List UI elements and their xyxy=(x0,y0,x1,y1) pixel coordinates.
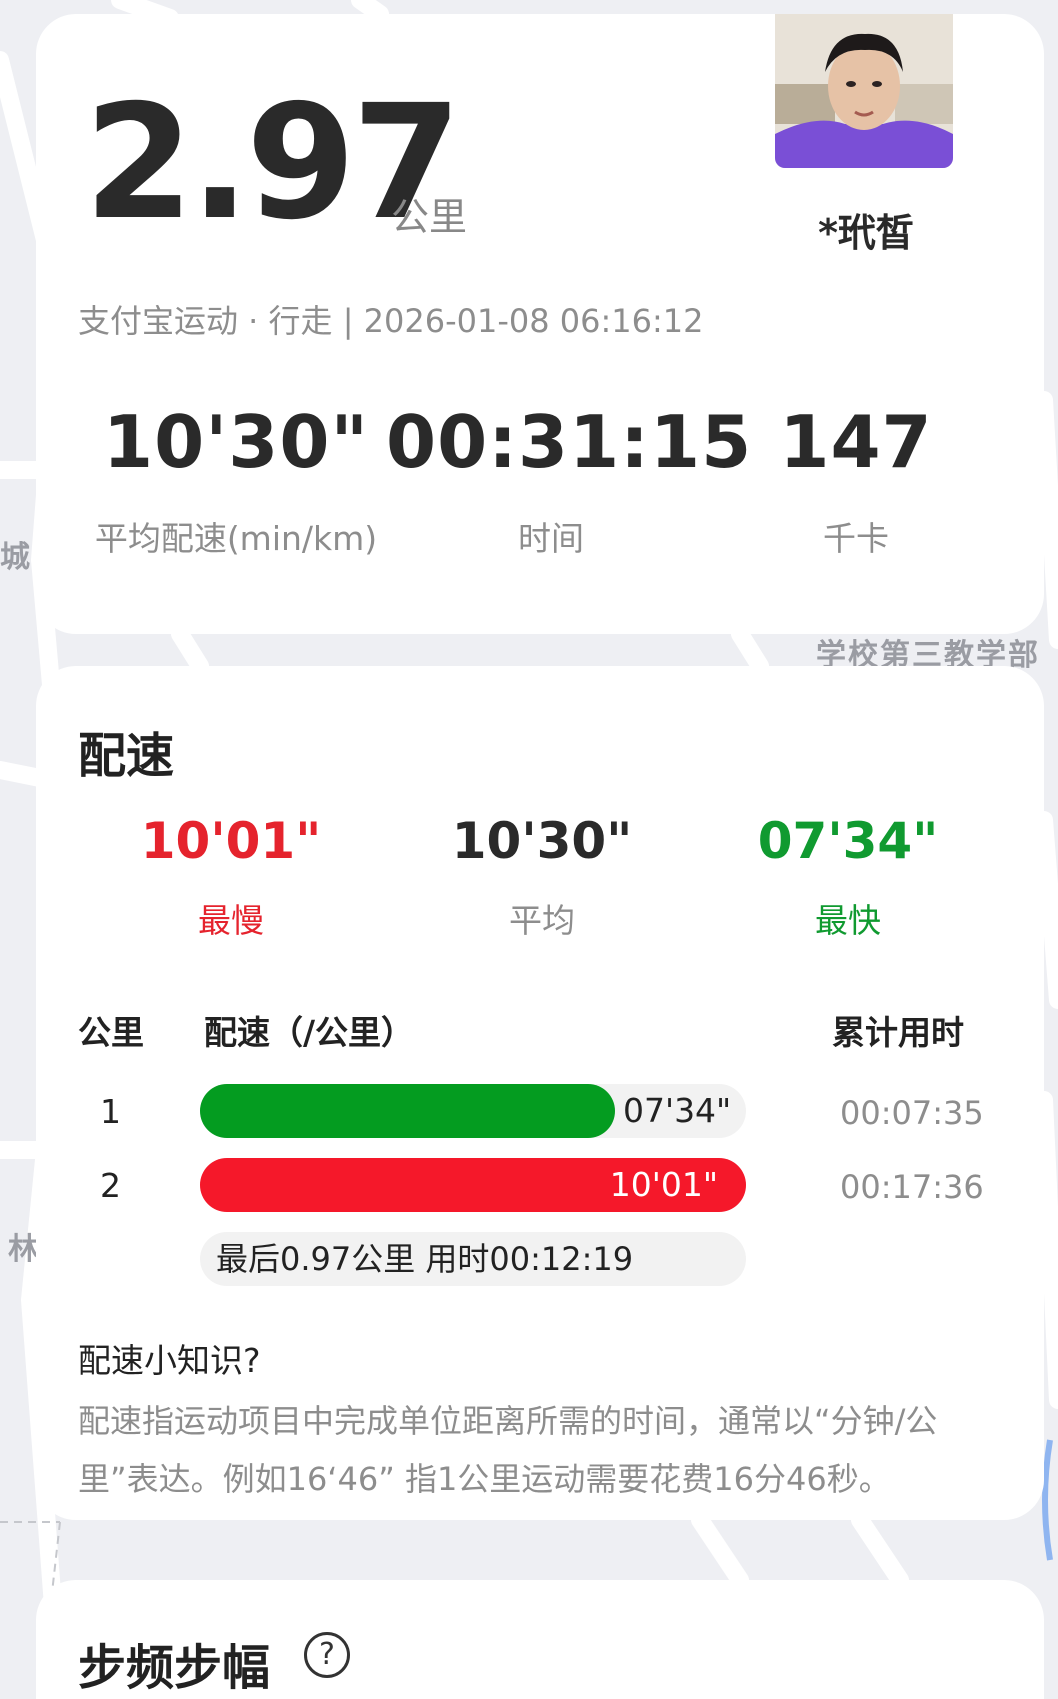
pace-slowest-value: 10'01" xyxy=(140,812,322,870)
avatar[interactable] xyxy=(775,14,953,168)
summary-stats: 10'30" 平均配速(min/km) 00:31:15 时间 147 千卡 xyxy=(36,406,1044,566)
stat-value: 147 xyxy=(779,400,933,484)
pace-fastest: 07'34" 最快 xyxy=(698,816,998,942)
split-cumulative: 00:17:36 xyxy=(840,1168,984,1206)
split-km: 2 xyxy=(100,1166,121,1205)
distance-unit: 公里 xyxy=(391,195,468,239)
pace-card: 配速 10'01" 最慢 10'30" 平均 07'34" 最快 公里 配速（/… xyxy=(36,666,1044,1520)
stat-label: 平均配速(min/km) xyxy=(94,519,378,558)
pace-tip-title[interactable]: 配速小知识? xyxy=(78,1334,261,1382)
split-bar-track: 07'34" xyxy=(200,1084,746,1138)
stat-duration: 00:31:15 时间 xyxy=(386,400,753,560)
summary-card: 2.97 公里 *玳皙 支付宝运动 · 行走 | 2026-01-08 06:1… xyxy=(36,14,1044,634)
avatar-photo xyxy=(775,14,953,168)
pace-slowest: 10'01" 最慢 xyxy=(81,816,381,942)
cadence-card: 步频步幅 ? xyxy=(36,1580,1044,1699)
stat-label: 千卡 xyxy=(823,519,889,558)
pace-average: 10'30" 平均 xyxy=(392,816,692,942)
pace-slowest-label: 最慢 xyxy=(198,901,264,940)
help-icon[interactable]: ? xyxy=(304,1632,350,1678)
split-row: 1 07'34" 00:07:35 xyxy=(36,1084,1044,1138)
cadence-section-title: 步频步幅 xyxy=(78,1640,271,1696)
split-bar-fill xyxy=(200,1084,615,1138)
header-pace: 配速（/公里） xyxy=(204,1013,415,1052)
pace-average-label: 平均 xyxy=(509,901,575,940)
header-km: 公里 xyxy=(78,1013,144,1052)
split-cumulative: 00:07:35 xyxy=(840,1094,984,1132)
stat-avg-pace: 10'30" 平均配速(min/km) xyxy=(86,406,386,560)
pace-average-value: 10'30" xyxy=(451,812,633,870)
activity-meta: 支付宝运动 · 行走 | 2026-01-08 06:16:12 xyxy=(78,302,704,340)
pace-section-title: 配速 xyxy=(78,728,175,784)
username: *玳皙 xyxy=(818,211,914,255)
last-segment-summary: 最后0.97公里 用时00:12:19 xyxy=(200,1232,746,1286)
map-label-city: 城 xyxy=(0,540,32,575)
split-pace-label: 07'34" xyxy=(623,1091,732,1130)
stat-value: 10'30" xyxy=(103,400,369,484)
header-cumulative: 累计用时 xyxy=(832,1013,964,1052)
pace-tip-body: 配速指运动项目中完成单位距离所需的时间，通常以“分钟/公里”表达。例如16‘46… xyxy=(78,1402,938,1498)
pace-fastest-label: 最快 xyxy=(815,901,881,940)
split-pace-label: 10'01" xyxy=(609,1165,718,1204)
split-bar-track: 10'01" xyxy=(200,1158,746,1212)
stat-calories: 147 千卡 xyxy=(736,406,976,560)
stat-value: 00:31:15 xyxy=(386,400,753,484)
stat-label: 时间 xyxy=(518,519,584,558)
split-row: 2 10'01" 00:17:36 xyxy=(36,1158,1044,1212)
split-km: 1 xyxy=(100,1092,121,1131)
pace-fastest-value: 07'34" xyxy=(757,812,939,870)
